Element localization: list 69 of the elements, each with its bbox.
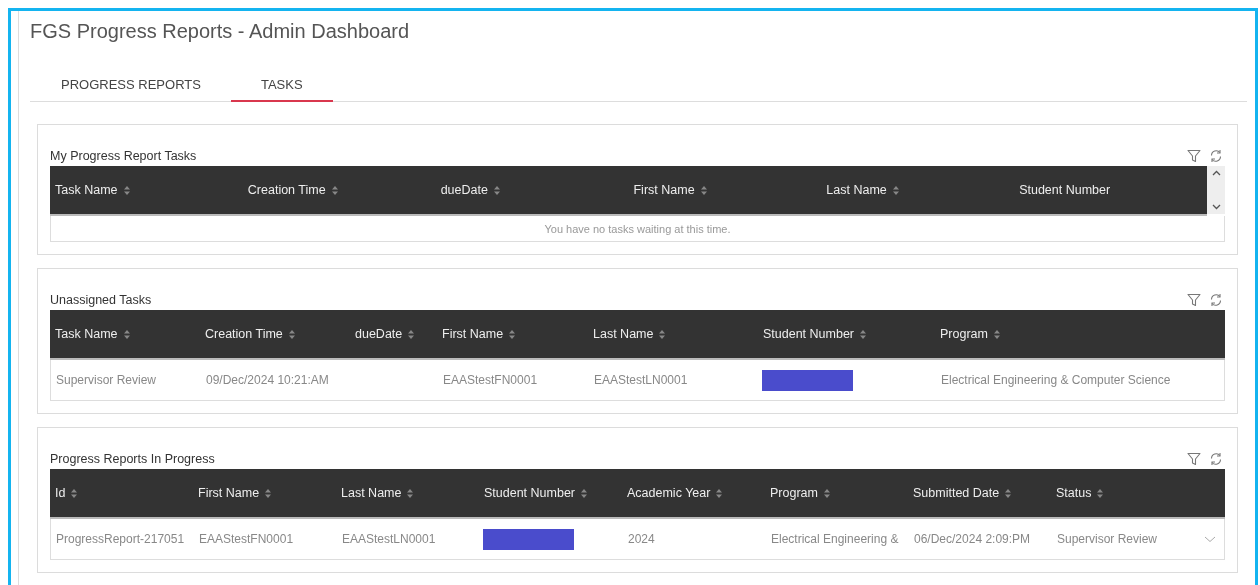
scrollbar[interactable] <box>1207 166 1225 214</box>
sort-icon <box>265 488 272 498</box>
sort-icon <box>1097 488 1104 498</box>
table-cell: Electrical Engineering & Computer Science <box>941 373 1171 387</box>
sort-icon <box>716 488 723 498</box>
sort-icon <box>408 329 415 339</box>
sort-icon <box>123 329 130 339</box>
column-header[interactable]: Creation Time <box>200 327 350 341</box>
table-cell: EAAStestLN0001 <box>342 532 436 546</box>
sort-icon <box>823 488 830 498</box>
table-cell: Supervisor Review <box>56 373 157 387</box>
chevron-down-icon[interactable] <box>1211 204 1221 210</box>
table-cell: ProgressReport-217051 <box>56 532 185 546</box>
table-cell: Supervisor Review <box>1057 532 1158 546</box>
sort-icon <box>860 329 867 339</box>
panel-title: Unassigned Tasks <box>50 293 152 307</box>
filter-icon[interactable] <box>1187 452 1201 466</box>
page-title: FGS Progress Reports - Admin Dashboard <box>30 20 411 44</box>
sort-icon <box>71 488 78 498</box>
column-header[interactable]: dueDate <box>435 183 629 197</box>
sort-icon <box>509 329 516 339</box>
refresh-icon[interactable] <box>1209 149 1223 163</box>
column-header: Student Number <box>1018 183 1112 197</box>
column-header[interactable]: Status <box>1051 486 1194 500</box>
sort-icon <box>331 185 338 195</box>
table-cell: EAAStestLN0001 <box>594 373 688 387</box>
sort-icon <box>659 329 666 339</box>
panel-title: Progress Reports In Progress <box>50 452 215 466</box>
filter-icon[interactable] <box>1187 149 1201 163</box>
sort-icon <box>892 185 899 195</box>
column-header[interactable]: Last Name <box>336 486 479 500</box>
column-header[interactable]: dueDate <box>350 327 437 341</box>
sort-icon <box>993 329 1000 339</box>
table-cell: 09/Dec/2024 10:21:AM <box>206 373 329 387</box>
table-cell: Electrical Engineering & <box>771 532 899 546</box>
column-header[interactable]: Program <box>935 327 1225 341</box>
empty-message: You have no tasks waiting at this time. <box>544 222 731 235</box>
refresh-icon[interactable] <box>1209 293 1223 307</box>
sort-icon <box>1005 488 1012 498</box>
column-header[interactable]: First Name <box>628 183 822 197</box>
sort-icon <box>123 185 130 195</box>
column-header[interactable]: Last Name <box>588 327 758 341</box>
column-header[interactable]: First Name <box>193 486 336 500</box>
sort-icon <box>581 488 588 498</box>
column-header[interactable]: Id <box>50 486 193 500</box>
filter-icon[interactable] <box>1187 293 1201 307</box>
column-header[interactable]: Last Name <box>821 183 1015 197</box>
table-cell: 06/Dec/2024 2:09:PM <box>914 532 1031 546</box>
column-header[interactable]: First Name <box>437 327 588 341</box>
chevron-up-icon[interactable] <box>1211 170 1221 176</box>
refresh-icon[interactable] <box>1209 452 1223 466</box>
column-header[interactable]: Student Number <box>758 327 935 341</box>
column-header[interactable]: Submitted Date <box>908 486 1051 500</box>
sort-icon <box>407 488 414 498</box>
column-header[interactable]: Student Number <box>479 486 622 500</box>
sort-icon <box>288 329 295 339</box>
tab[interactable]: PROGRESS REPORTS <box>40 71 231 102</box>
column-header[interactable]: Task Name <box>50 327 200 341</box>
tab[interactable]: TASKS <box>230 71 333 102</box>
sort-icon <box>493 185 500 195</box>
column-header[interactable]: Creation Time <box>242 183 436 197</box>
table-cell: EAAStestFN0001 <box>443 373 538 387</box>
table-cell: 2024 <box>628 532 655 546</box>
sort-icon <box>700 185 707 195</box>
column-header[interactable]: Academic Year <box>622 486 765 500</box>
column-header[interactable]: Task Name <box>50 183 243 197</box>
panel-title: My Progress Report Tasks <box>50 149 197 163</box>
table-cell: EAAStestFN0001 <box>199 532 294 546</box>
column-header[interactable]: Program <box>765 486 908 500</box>
